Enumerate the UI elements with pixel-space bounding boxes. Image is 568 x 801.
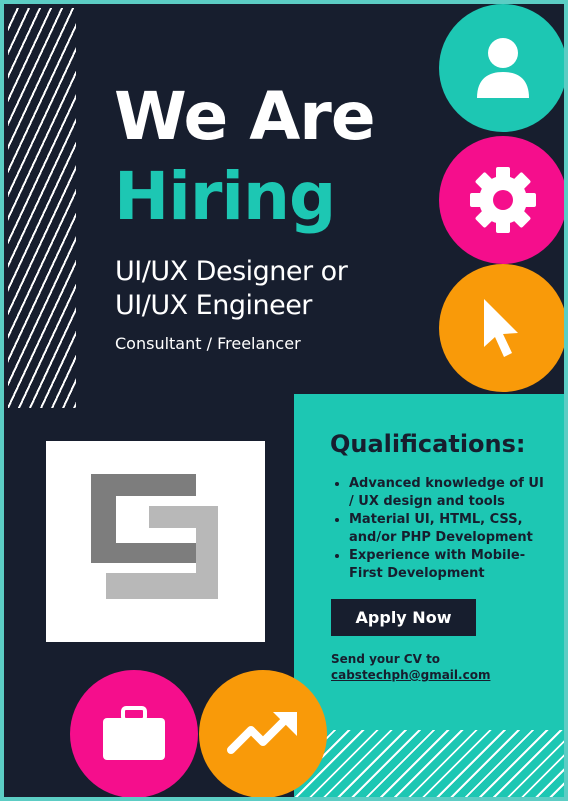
cv-text: Send your CV to [331,652,441,666]
gear-circle [439,136,564,264]
engagement-type: Consultant / Freelancer [115,334,301,353]
user-circle [439,4,564,132]
trend-circle [199,670,327,797]
role-line-1: UI/UX Designer or [115,256,348,287]
cv-email-link[interactable]: cabstechph@gmail.com [331,667,490,683]
cv-instructions: Send your CV to cabstechph@gmail.com [331,651,490,683]
qualifications-list: Advanced knowledge of UI / UX design and… [331,475,551,583]
hiring-poster: We Are Hiring UI/UX Designer or UI/UX En… [0,0,568,801]
briefcase-circle [70,670,198,797]
diagonal-stripes-left [8,8,76,408]
list-item: Material UI, HTML, CSS, and/or PHP Devel… [349,511,551,547]
company-logo-box [46,441,265,642]
briefcase-icon [103,706,165,760]
user-icon [477,38,529,98]
diagonal-stripes-bottom-right [294,730,564,797]
company-logo [91,474,218,599]
qualifications-title: Qualifications: [330,430,526,458]
gear-icon [470,167,536,233]
cursor-pointer-icon [484,299,518,357]
apply-now-button[interactable]: Apply Now [331,599,476,636]
role-line-2: UI/UX Engineer [115,290,312,321]
trending-up-icon [227,712,297,754]
list-item: Advanced knowledge of UI / UX design and… [349,475,551,511]
list-item: Experience with Mobile-First Development [349,547,551,583]
pointer-circle [439,264,564,392]
headline-we-are: We Are [114,78,376,155]
headline-hiring: Hiring [114,158,336,235]
